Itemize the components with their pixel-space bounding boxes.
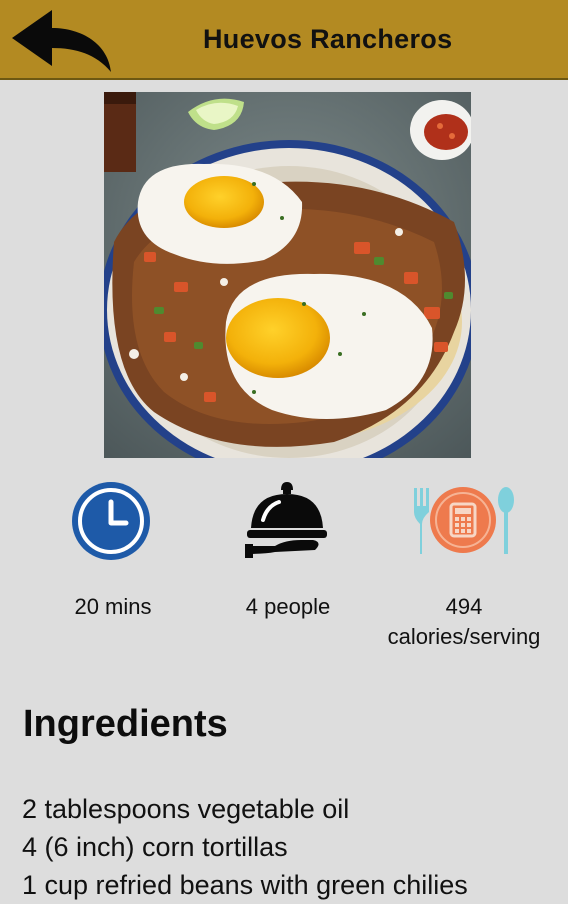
ingredient-item: 2 tablespoons vegetable oil — [22, 794, 350, 824]
calorie-calculator-icon — [410, 484, 516, 556]
page-title: Huevos Rancheros — [203, 24, 453, 54]
serving-cloche-icon — [245, 480, 329, 562]
ingredients-heading: Ingredients — [23, 703, 228, 745]
recipe-photo — [104, 92, 471, 458]
calories-block: 494 calories/serving — [366, 592, 562, 652]
ingredient-item: 1 cup refried beans with green chilies — [22, 870, 468, 900]
calories-unit: calories/serving — [387, 624, 541, 649]
app-header: Huevos Rancheros — [0, 0, 568, 80]
back-button[interactable] — [10, 8, 114, 76]
back-arrow-icon — [12, 10, 111, 72]
prep-time-label: 20 mins — [74, 594, 152, 619]
calories-value: 494 — [445, 594, 483, 619]
servings-label: 4 people — [245, 594, 331, 619]
ingredient-item: 4 (6 inch) corn tortillas — [22, 832, 288, 862]
ingredients-list: 2 tablespoons vegetable oil 4 (6 inch) c… — [22, 790, 562, 904]
clock-icon — [70, 480, 152, 562]
